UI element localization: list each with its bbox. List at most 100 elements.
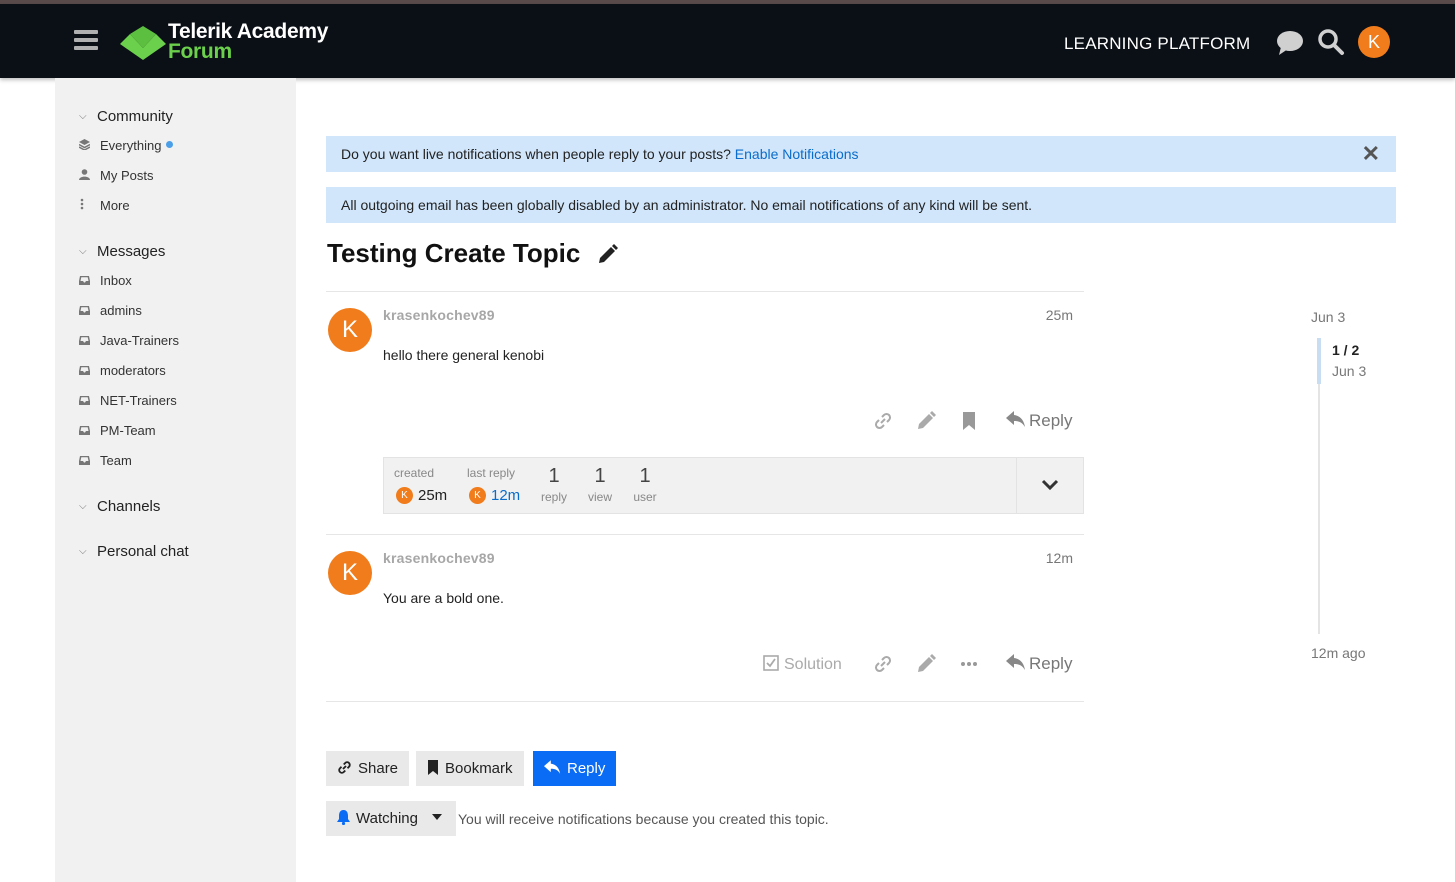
sidebar-section-community[interactable]: ⌵ Community <box>79 108 173 125</box>
sidebar-section-personal-chat[interactable]: ⌵ Personal chat <box>79 543 189 560</box>
post-avatar[interactable]: K <box>328 551 372 595</box>
timeline-position: 1 / 2 <box>1332 342 1360 358</box>
notification-reason-text: You will receive notifications because y… <box>458 811 829 827</box>
expand-topic-map-button[interactable] <box>1016 458 1083 513</box>
share-button[interactable]: Share <box>326 751 410 786</box>
search-icon[interactable] <box>1317 28 1345 56</box>
close-icon[interactable]: ✕ <box>1362 143 1380 165</box>
chat-bubble-icon[interactable] <box>1275 30 1305 56</box>
inbox-icon <box>79 363 100 378</box>
last-reply-avatar[interactable]: K <box>469 487 486 504</box>
more-ellipsis-icon[interactable] <box>959 654 979 674</box>
replies-count: 1 <box>548 465 560 487</box>
logo-diamond-icon <box>120 26 166 60</box>
sidebar-section-channels[interactable]: ⌵ Channels <box>79 498 160 515</box>
hamburger-menu-button[interactable] <box>74 30 98 52</box>
inbox-icon <box>79 423 100 438</box>
divider <box>326 534 1084 535</box>
inbox-icon <box>79 453 100 468</box>
user-avatar[interactable]: K <box>1358 26 1390 58</box>
sidebar-item-label: admins <box>100 303 142 318</box>
reply-button[interactable]: Reply <box>1006 411 1072 431</box>
logo-subtitle: Forum <box>168 40 232 63</box>
post-timestamp[interactable]: 25m <box>1046 307 1073 323</box>
inbox-icon <box>79 333 100 348</box>
post-body: hello there general kenobi <box>383 347 545 363</box>
pencil-icon[interactable] <box>916 654 936 674</box>
reply-arrow-icon <box>544 760 561 774</box>
views-count: 1 <box>594 465 606 487</box>
sidebar-section-title: Personal chat <box>97 543 189 560</box>
sidebar-item-pm-team[interactable]: PM-Team <box>79 423 156 438</box>
replies-label: reply <box>540 490 567 504</box>
timeline-scroll-handle[interactable] <box>1317 338 1321 384</box>
timeline-start-date[interactable]: Jun 3 <box>1311 309 1345 325</box>
bookmark-icon <box>428 759 438 775</box>
solution-label: Solution <box>784 656 842 673</box>
link-icon[interactable] <box>873 654 893 674</box>
inbox-icon <box>79 393 100 408</box>
created-label: created <box>394 466 435 480</box>
bookmark-icon[interactable] <box>960 411 978 431</box>
reply-label: Reply <box>1029 654 1073 673</box>
bookmark-button[interactable]: Bookmark <box>416 751 524 786</box>
sidebar-item-my-posts[interactable]: My Posts <box>79 168 153 183</box>
sidebar-section-title: Community <box>97 108 173 125</box>
users-count: 1 <box>639 465 651 487</box>
pencil-icon[interactable] <box>916 411 936 431</box>
inbox-icon <box>79 273 100 288</box>
vertical-ellipsis-icon <box>79 198 100 213</box>
email-disabled-text: All outgoing email has been globally dis… <box>341 197 1033 213</box>
notification-level-dropdown[interactable]: Watching <box>326 801 457 836</box>
learning-platform-link[interactable]: LEARNING PLATFORM <box>1064 34 1250 54</box>
link-icon[interactable] <box>873 411 893 431</box>
sidebar-item-everything[interactable]: Everything <box>78 138 174 153</box>
created-value: 25m <box>418 487 448 504</box>
inbox-icon <box>79 303 100 318</box>
topic-title-text: Testing Create Topic <box>327 238 581 268</box>
site-header: Telerik Academy Forum LEARNING PLATFORM … <box>0 4 1455 78</box>
sidebar-item-label: Inbox <box>100 273 132 288</box>
views-label: view <box>587 490 612 504</box>
sidebar-item-admins[interactable]: admins <box>79 303 142 318</box>
created-avatar[interactable]: K <box>396 487 413 504</box>
last-reply-link[interactable]: 12m <box>491 487 520 504</box>
reply-topic-label: Reply <box>567 760 606 777</box>
unread-dot <box>166 141 174 148</box>
enable-notifications-link[interactable]: Enable Notifications <box>735 146 859 162</box>
bell-icon <box>337 809 350 825</box>
sidebar-item-label: More <box>100 198 130 213</box>
sidebar-item-inbox[interactable]: Inbox <box>79 273 132 288</box>
reply-button[interactable]: Reply <box>1006 654 1072 674</box>
layers-icon <box>78 138 100 153</box>
timeline-position-date: Jun 3 <box>1332 363 1367 379</box>
notifications-banner: Do you want live notifications when peop… <box>326 136 1396 172</box>
last-reply-label: last reply <box>467 466 516 480</box>
sidebar-item-team[interactable]: Team <box>79 453 132 468</box>
reply-topic-button[interactable]: Reply <box>533 751 617 786</box>
pencil-icon[interactable] <box>596 244 618 266</box>
site-logo[interactable]: Telerik Academy Forum <box>120 18 340 66</box>
chevron-down-icon: ⌵ <box>79 501 87 512</box>
post-username[interactable]: krasenkochev89 <box>383 307 495 323</box>
sidebar-item-more[interactable]: More <box>79 198 130 213</box>
sidebar-item-net-trainers[interactable]: NET-Trainers <box>79 393 177 408</box>
sidebar-section-title: Messages <box>97 243 166 260</box>
post-username[interactable]: krasenkochev89 <box>383 550 495 566</box>
notifications-text: Do you want live notifications when peop… <box>341 146 731 162</box>
caret-down-icon <box>432 814 443 821</box>
users-label: user <box>633 490 657 504</box>
solution-button[interactable]: Solution <box>763 655 842 674</box>
sidebar-item-label: Everything <box>100 138 162 153</box>
reply-arrow-icon <box>1006 654 1025 670</box>
timeline-end-date[interactable]: 12m ago <box>1311 645 1365 661</box>
sidebar-item-java-trainers[interactable]: Java-Trainers <box>79 333 179 348</box>
post-timestamp[interactable]: 12m <box>1046 550 1073 566</box>
sidebar-item-label: moderators <box>100 363 166 378</box>
sidebar-item-label: My Posts <box>100 168 154 183</box>
checkbox-icon <box>763 655 779 671</box>
sidebar-section-messages[interactable]: ⌵ Messages <box>79 243 165 260</box>
chevron-down-icon: ⌵ <box>79 111 87 122</box>
post-avatar[interactable]: K <box>328 308 372 352</box>
sidebar-item-moderators[interactable]: moderators <box>79 363 166 378</box>
